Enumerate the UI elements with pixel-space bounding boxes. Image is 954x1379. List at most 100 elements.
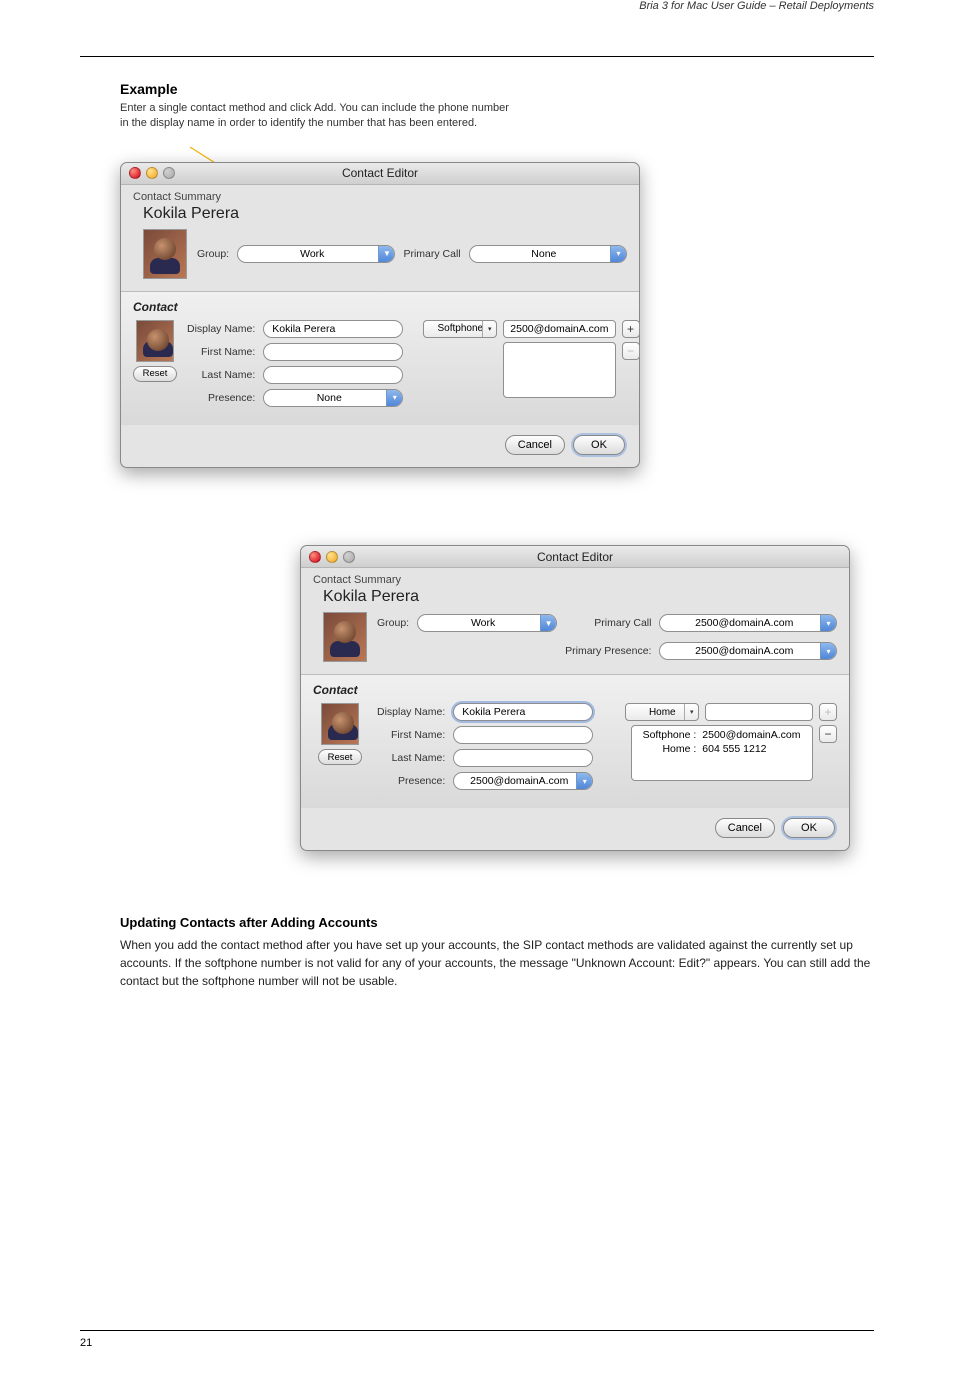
first-name-input[interactable] [453,726,593,744]
address-list: Softphone : 2500@domainA.com Home : 604 … [631,725,813,781]
primary-call-value: None [531,248,556,260]
entry-type: Home : [638,743,696,755]
list-item[interactable]: Home : 604 555 1212 [638,743,806,755]
dialog-title: Contact Editor [121,166,639,180]
chevron-down-icon: ▼ [378,246,394,262]
primary-call-label: Primary Call [565,617,651,629]
dialog-title: Contact Editor [301,550,849,564]
address-input[interactable] [705,703,813,721]
page-footer: 21 [80,1330,874,1349]
group-value: Work [471,617,495,629]
stepper-icon: ▾ [684,704,698,720]
zoom-icon[interactable] [163,167,175,179]
page-header: Bria 3 for Mac User Guide – Retail Deplo… [0,0,954,16]
remove-entry-button[interactable]: − [819,725,837,743]
cancel-button[interactable]: Cancel [715,818,775,838]
contact-editor-dialog-2: Contact Editor Contact Summary Kokila Pe… [300,545,850,851]
presence-value: 2500@domainA.com [470,775,568,787]
close-icon[interactable] [129,167,141,179]
last-name-input[interactable] [263,366,403,384]
minimize-icon[interactable] [146,167,158,179]
chevron-down-icon: ▼ [540,615,556,631]
contact-type-select[interactable]: Home ▾ [625,703,699,721]
stepper-icon: ▾ [610,246,626,262]
presence-label: Presence: [377,775,445,787]
contact-editor-dialog-1: Contact Editor Contact Summary Kokila Pe… [120,162,640,468]
primary-presence-select[interactable]: 2500@domainA.com ▾ [659,642,837,660]
display-name-value: Kokila Perera [462,706,525,718]
contact-name: Kokila Perera [301,586,849,612]
last-name-label: Last Name: [377,752,445,764]
display-name-label: Display Name: [377,706,445,718]
titlebar: Contact Editor [121,163,639,185]
address-value: 2500@domainA.com [510,323,608,335]
close-icon[interactable] [309,551,321,563]
address-input[interactable]: 2500@domainA.com [503,320,615,338]
add-entry-button[interactable]: + [819,703,837,721]
header-title-text: Bria 3 for Mac User Guide – Retail Deplo… [639,0,874,12]
avatar [323,612,367,662]
window-controls[interactable] [121,167,175,179]
entry-value: 604 555 1212 [702,743,766,755]
group-select[interactable]: Work ▼ [237,245,395,263]
section-heading: Example [120,81,874,97]
group-select[interactable]: Work ▼ [417,614,557,632]
presence-select[interactable]: 2500@domainA.com ▾ [453,772,593,790]
stepper-icon: ▾ [576,773,592,789]
last-name-label: Last Name: [187,369,255,381]
contact-section-label: Contact [313,683,837,697]
primary-presence-value: 2500@domainA.com [695,645,793,657]
reset-button[interactable]: Reset [133,366,177,382]
stepper-icon: ▾ [482,321,496,337]
primary-call-select[interactable]: 2500@domainA.com ▾ [659,614,837,632]
primary-call-label: Primary Call [403,248,460,260]
ok-button[interactable]: OK [783,818,835,838]
address-list [503,342,615,398]
summary-section-label: Contact Summary [121,185,639,203]
presence-label: Presence: [187,392,255,404]
summary-section-label: Contact Summary [301,568,849,586]
ok-button[interactable]: OK [573,435,625,455]
list-item[interactable]: Softphone : 2500@domainA.com [638,729,806,741]
primary-call-select[interactable]: None ▾ [469,245,627,263]
display-name-label: Display Name: [187,323,255,335]
example1-callout: Enter a single contact method and click … [120,101,520,132]
contact-type-value: Home [649,707,676,718]
group-label: Group: [377,617,409,629]
first-name-input[interactable] [263,343,403,361]
titlebar: Contact Editor [301,546,849,568]
avatar [143,229,187,279]
first-name-label: First Name: [187,346,255,358]
primary-presence-label: Primary Presence: [565,645,651,657]
display-name-input[interactable]: Kokila Perera [263,320,403,338]
last-name-input[interactable] [453,749,593,767]
display-name-input[interactable]: Kokila Perera [453,703,593,721]
contact-section-label: Contact [133,300,627,314]
contact-name: Kokila Perera [121,203,639,229]
aside-heading: Updating Contacts after Adding Accounts [120,915,874,930]
avatar-small [136,320,174,362]
contact-type-value: Softphone [437,323,483,334]
stepper-icon: ▾ [820,615,836,631]
avatar-small [321,703,359,745]
presence-value: None [317,392,342,404]
contact-type-select[interactable]: Softphone ▾ [423,320,497,338]
presence-select[interactable]: None ▾ [263,389,403,407]
entry-value: 2500@domainA.com [702,729,800,741]
primary-call-value: 2500@domainA.com [695,617,793,629]
window-controls[interactable] [301,551,355,563]
header-rule [80,56,874,57]
cancel-button[interactable]: Cancel [505,435,565,455]
stepper-icon: ▾ [820,643,836,659]
page-number: 21 [80,1337,92,1349]
display-name-value: Kokila Perera [272,323,335,335]
add-entry-button[interactable]: + [622,320,640,338]
remove-entry-button[interactable]: − [622,342,640,360]
reset-button[interactable]: Reset [318,749,362,765]
entry-type: Softphone : [638,729,696,741]
zoom-icon[interactable] [343,551,355,563]
minimize-icon[interactable] [326,551,338,563]
first-name-label: First Name: [377,729,445,741]
group-label: Group: [197,248,229,260]
stepper-icon: ▾ [386,390,402,406]
